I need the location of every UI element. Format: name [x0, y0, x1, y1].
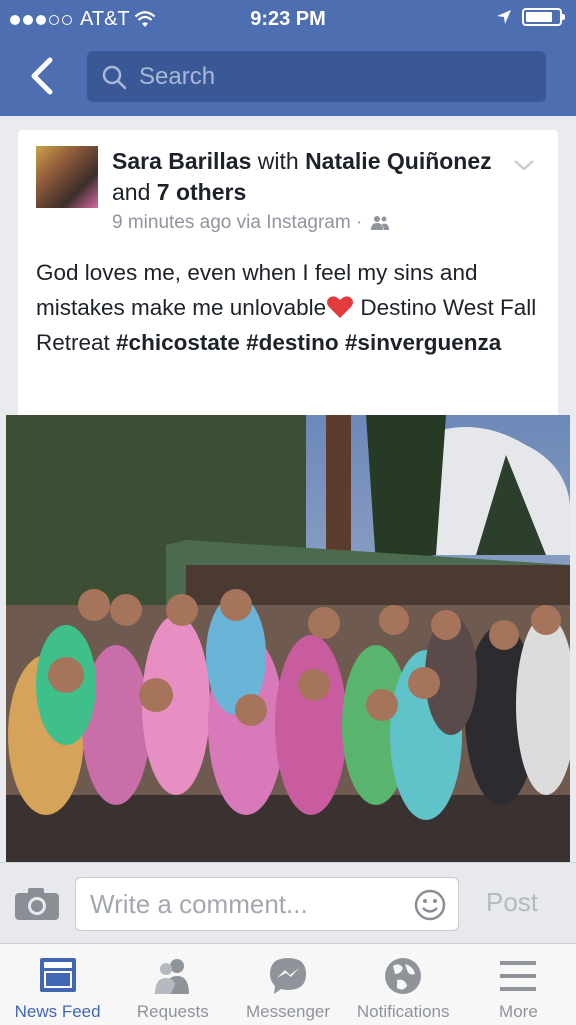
comment-input-box[interactable] [75, 877, 459, 931]
chevron-down-icon[interactable] [512, 156, 536, 174]
hashtag-destino[interactable]: #destino [246, 330, 339, 355]
author-name[interactable]: Sara Barillas [112, 148, 251, 174]
post-meta: 9 minutes ago via Instagram · [112, 212, 390, 234]
tab-news-feed[interactable]: News Feed [0, 944, 115, 1025]
search-bar[interactable] [87, 51, 546, 102]
post-photo[interactable] [6, 415, 570, 863]
back-arrow-icon[interactable] [22, 54, 66, 98]
tab-messenger[interactable]: Messenger [230, 944, 345, 1025]
messenger-icon [270, 958, 306, 994]
search-icon [102, 65, 127, 89]
tab-label: News Feed [14, 1002, 101, 1021]
avatar[interactable] [36, 146, 98, 208]
camera-icon[interactable] [14, 887, 60, 921]
tab-label: Requests [136, 1002, 209, 1021]
emoji-smiley-icon[interactable] [414, 889, 446, 921]
comment-bar: Post [0, 862, 576, 943]
hashtag-chicostate[interactable]: #chicostate [116, 330, 240, 355]
notifications-icon [385, 958, 422, 994]
battery-icon [522, 8, 565, 26]
bottom-tab-bar: News Feed Requests Messenger Notificatio… [0, 943, 576, 1025]
and-word: and [112, 179, 151, 205]
with-word: with [257, 148, 299, 174]
more-icon [500, 961, 537, 991]
red-heart-icon [327, 296, 354, 318]
hashtag-sinverguenza[interactable]: #sinverguenza [345, 330, 501, 355]
friends-audience-icon [371, 216, 390, 230]
requests-icon [154, 959, 189, 994]
others-link[interactable]: 7 others [157, 179, 246, 205]
news-feed-icon [39, 958, 76, 992]
post-text: God loves me, even when I feel my sins a… [36, 255, 546, 360]
tagged-name[interactable]: Natalie Quiñonez [305, 148, 492, 174]
status-time: 9:23 PM [250, 8, 326, 30]
location-arrow-icon [497, 10, 511, 24]
tab-notifications[interactable]: Notifications [346, 944, 461, 1025]
post-header: Sara Barillas with Natalie Quiñonez and … [112, 146, 512, 208]
tab-label: More [499, 1002, 538, 1021]
post-timestamp[interactable]: 9 minutes ago via Instagram · [112, 212, 362, 234]
status-bar: AT&T 9:23 PM [0, 0, 576, 40]
post-card: Sara Barillas with Natalie Quiñonez and … [18, 130, 558, 420]
post-comment-button[interactable]: Post [486, 887, 538, 918]
tab-label: Messenger [245, 1002, 331, 1021]
tab-more[interactable]: More [461, 944, 576, 1025]
group-photo-image [6, 415, 570, 863]
tab-label: Notifications [356, 1002, 450, 1021]
search-input[interactable] [137, 61, 521, 92]
comment-input[interactable] [88, 887, 412, 921]
status-right [496, 8, 565, 26]
tab-requests[interactable]: Requests [115, 944, 230, 1025]
top-bar: AT&T 9:23 PM [0, 0, 576, 116]
